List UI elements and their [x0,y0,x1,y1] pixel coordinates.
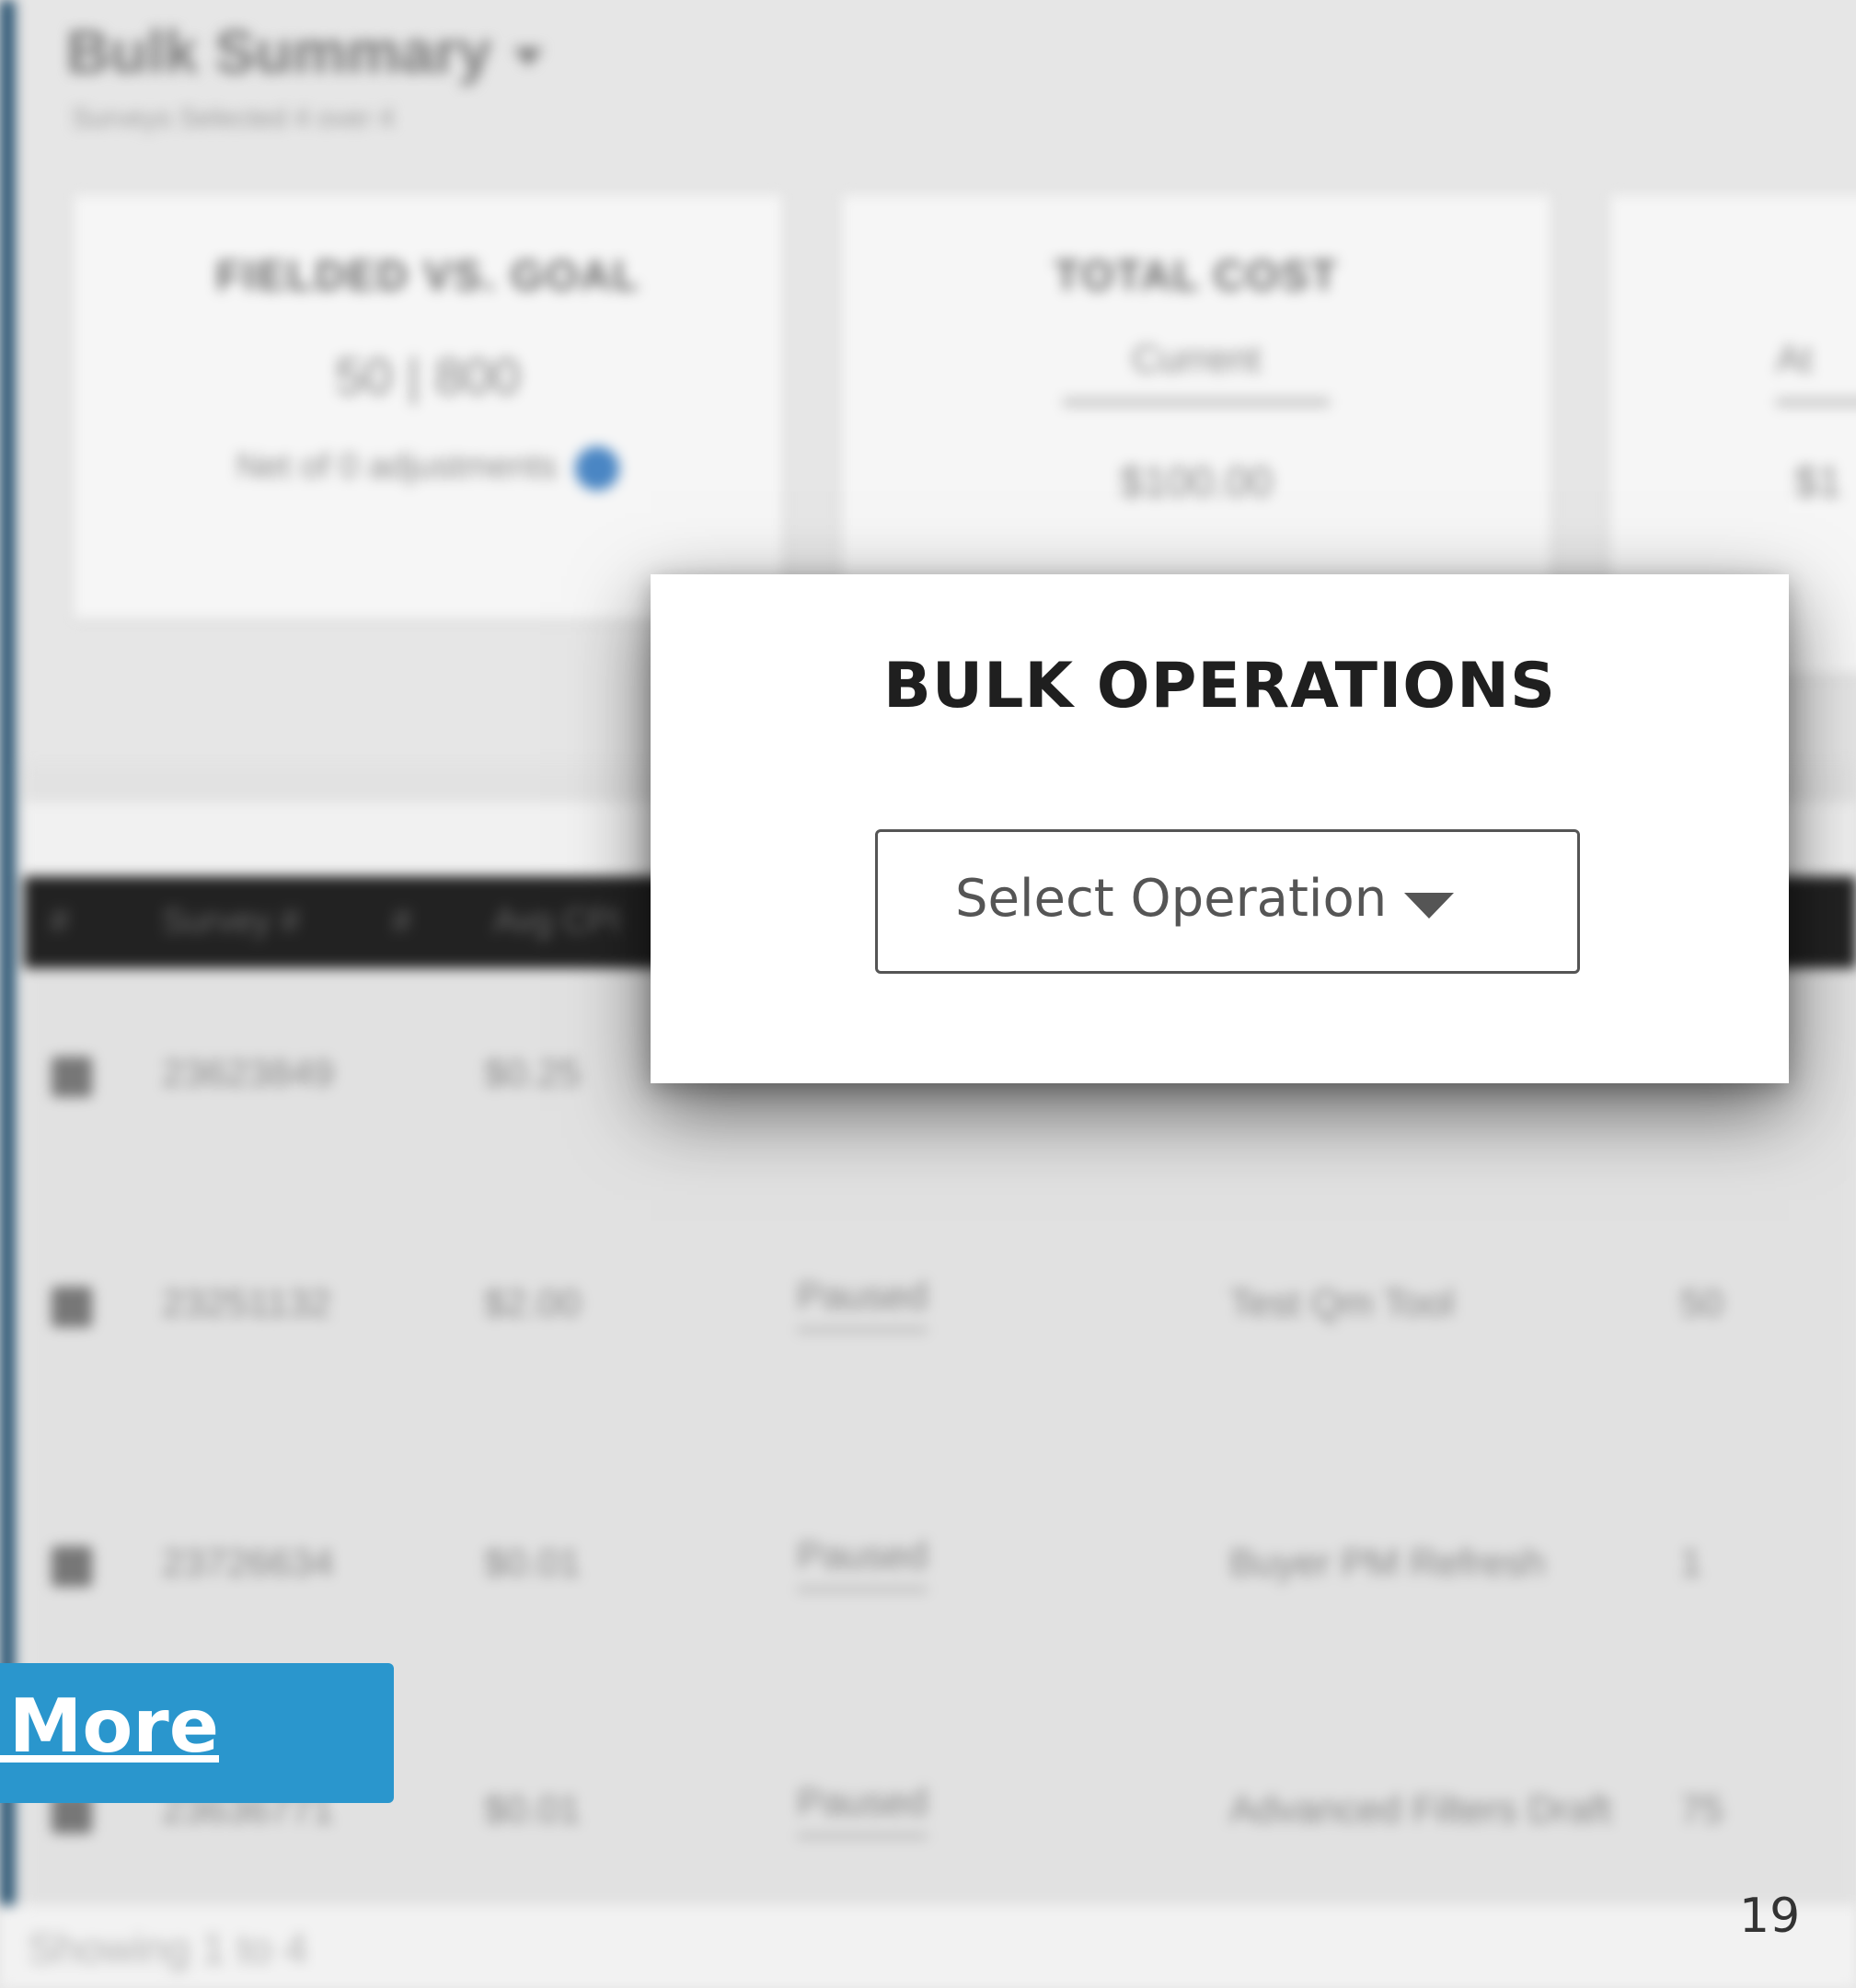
card-value: $1 [1794,457,1842,505]
survey-count: 75 [1680,1787,1723,1831]
cpi-value: $2.00 [484,1281,582,1324]
select-placeholder: Select Operation [955,869,1388,929]
card-tab-label: Current [1063,337,1330,407]
status-dropdown: Paused [797,1274,928,1333]
column-header: Avg CPI [493,902,621,941]
survey-count: 50 [1680,1281,1723,1324]
info-icon [575,446,620,491]
card-note: Net of 0 adjustments [74,446,782,491]
modal-title: BULK OPERATIONS [883,650,1556,722]
column-header: # [392,902,412,941]
cpi-value: $0.25 [484,1051,582,1094]
survey-number: 23251132 [162,1281,331,1324]
table-row: 23726634 $0.01 Paused Buyer PM Refresh 1 [24,1447,1856,1689]
chevron-down-icon [1404,893,1454,919]
table-row: 23251132 $2.00 Paused Test Qm Tool 50 [24,1208,1856,1450]
table-footer: Showing 1 to 4 [0,1905,1856,1988]
cpi-value: $0.01 [484,1541,582,1584]
learn-more-link[interactable]: Learn More [0,1683,219,1769]
pagination-info: Showing 1 to 4 [28,1924,308,1972]
survey-number: 23726634 [162,1541,334,1584]
row-checkbox [52,1546,92,1587]
survey-name: Test Qm Tool [1229,1281,1455,1324]
survey-name: Buyer PM Refresh [1229,1541,1546,1584]
survey-number: 23623849 [162,1051,334,1094]
status-dropdown: Paused [797,1533,928,1592]
row-checkbox [52,1287,92,1327]
learn-more-button[interactable]: Learn More [0,1663,394,1803]
page-subtitle: Surveys Selected 4 over 4 [72,103,395,133]
page-title: Bulk Summary [66,17,544,87]
cpi-value: $0.01 [484,1787,582,1831]
chevron-down-icon [513,47,544,66]
survey-count: 1 [1680,1541,1702,1584]
bulk-operations-modal: BULK OPERATIONS Select Operation [651,574,1789,1083]
column-header: # [50,902,70,941]
row-checkbox [52,1057,92,1097]
card-value: 50 | 800 [335,347,521,405]
status-dropdown: Paused [797,1780,928,1839]
slide-number: 19 [1739,1889,1801,1944]
select-operation-dropdown[interactable]: Select Operation [875,829,1580,974]
card-tab-label: At [1776,337,1856,407]
column-header: Survey # [162,902,300,941]
card-value: $100.00 [1119,457,1274,505]
survey-name: Advanced Filters Draft [1229,1787,1612,1831]
card-title: FIELDED VS. GOAL [215,251,640,299]
fielded-vs-goal-card: FIELDED VS. GOAL 50 | 800 Net of 0 adjus… [74,195,782,618]
card-title: TOTAL COST [1054,251,1339,299]
